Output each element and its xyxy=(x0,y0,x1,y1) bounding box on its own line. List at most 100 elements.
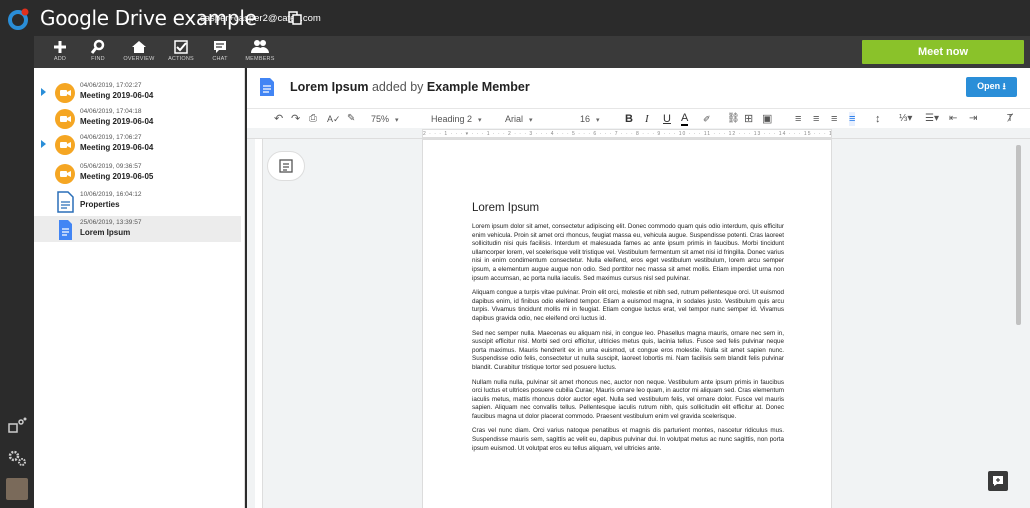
redo-icon[interactable]: ↷ xyxy=(291,112,300,126)
link-icon[interactable]: ⛓ xyxy=(727,112,740,126)
add-label: ADD xyxy=(53,56,67,62)
document-page[interactable]: Lorem Ipsum Lorem ipsum dolor sit amet, … xyxy=(422,139,832,508)
doc-name: Lorem Ipsum xyxy=(290,80,369,94)
bold-icon[interactable]: B xyxy=(625,112,633,126)
paint-format-icon[interactable]: ✎ xyxy=(347,112,355,126)
list-item[interactable]: 05/06/2019, 09:36:57 Meeting 2019-06-05 xyxy=(34,160,241,186)
increase-indent-icon[interactable]: ⇥ xyxy=(969,112,977,126)
google-doc-icon xyxy=(59,220,72,240)
bulleted-list-icon[interactable]: ☰▾ xyxy=(925,112,939,126)
align-right-icon[interactable]: ≡ xyxy=(831,112,837,126)
item-name: Meeting 2019-06-04 xyxy=(80,91,154,100)
item-name: Meeting 2019-06-04 xyxy=(80,143,154,152)
added-by-text: added by xyxy=(371,80,424,94)
align-justify-icon[interactable]: ≡ xyxy=(849,112,856,126)
find-label: FIND xyxy=(91,56,105,62)
item-date: 10/06/2019, 16:04:12 xyxy=(80,191,142,198)
meeting-icon xyxy=(55,83,75,103)
highlight-icon[interactable]: ✐ xyxy=(703,112,711,126)
app-logo-icon xyxy=(8,8,29,30)
doc-paragraph: Lorem ipsum dolor sit amet, consectetur … xyxy=(472,223,784,282)
copy-icon[interactable] xyxy=(288,11,302,25)
outline-icon xyxy=(279,159,293,173)
members-button[interactable]: MEMBERS xyxy=(240,38,280,68)
align-left-icon[interactable]: ≡ xyxy=(795,112,801,126)
list-item[interactable]: 25/06/2019, 13:39:57 Lorem Ipsum xyxy=(34,216,241,242)
chat-label: CHAT xyxy=(212,56,228,62)
font-size-select[interactable]: 16 xyxy=(580,112,600,126)
align-center-icon[interactable]: ≡ xyxy=(813,112,819,126)
vertical-ruler xyxy=(255,139,263,508)
font-select[interactable]: Arial xyxy=(505,112,559,126)
spellcheck-icon[interactable]: A✓ xyxy=(327,112,341,126)
item-date: 05/06/2019, 09:36:57 xyxy=(80,163,142,170)
doc-heading: Lorem Ipsum xyxy=(472,202,540,214)
horizontal-ruler: 2 · · · 1 · · · ▾ · · · 1 · · · 2 · · · … xyxy=(247,128,1030,139)
underline-icon[interactable]: U xyxy=(663,112,671,126)
docs-formatting-toolbar: ↶ ↷ ⎙ A✓ ✎ 75% Heading 2 Arial 16 B I U … xyxy=(247,108,1030,128)
home-icon xyxy=(132,41,146,53)
left-rail xyxy=(0,36,34,508)
expand-arrow-icon[interactable] xyxy=(41,140,46,148)
print-icon[interactable]: ⎙ xyxy=(309,112,317,126)
italic-icon[interactable]: I xyxy=(645,112,649,126)
doc-chat-button[interactable] xyxy=(988,471,1008,491)
zoom-select[interactable]: 75% xyxy=(371,112,399,126)
overview-button[interactable]: OVERVIEW xyxy=(119,38,159,68)
style-select[interactable]: Heading 2 xyxy=(431,112,482,126)
properties-file-icon xyxy=(57,191,74,213)
text-color-icon[interactable]: A xyxy=(681,112,689,126)
overview-label: OVERVIEW xyxy=(123,56,155,62)
chat-icon xyxy=(214,41,226,53)
document-canvas: Lorem Ipsum Lorem ipsum dolor sit amet, … xyxy=(247,139,1030,508)
image-icon[interactable]: ▣ xyxy=(762,112,772,126)
outline-button[interactable] xyxy=(267,151,305,181)
checklist-icon xyxy=(174,40,188,54)
scrollbar[interactable] xyxy=(1016,145,1021,325)
item-date: 04/06/2019, 17:02:27 xyxy=(80,82,142,89)
search-icon xyxy=(90,39,105,54)
meeting-icon xyxy=(55,109,75,129)
settings-icon[interactable] xyxy=(6,446,28,468)
meet-now-button[interactable]: Meet now xyxy=(862,40,1024,64)
item-date: 25/06/2019, 13:39:57 xyxy=(80,219,142,226)
document-title: Lorem Ipsum added by Example Member xyxy=(290,80,530,94)
item-name: Meeting 2019-06-05 xyxy=(80,172,154,181)
item-date: 04/06/2019, 17:04:18 xyxy=(80,108,142,115)
comment-icon[interactable]: ⊞ xyxy=(744,112,753,126)
add-button[interactable]: ADD xyxy=(40,38,80,68)
item-date: 04/06/2019, 17:06:27 xyxy=(80,134,142,141)
actions-button[interactable]: ACTIONS xyxy=(161,38,201,68)
item-name: Lorem Ipsum xyxy=(80,228,131,237)
document-panel: Lorem Ipsum added by Example Member Open… xyxy=(247,68,1030,508)
avatar[interactable] xyxy=(6,478,28,500)
expand-arrow-icon[interactable] xyxy=(41,88,46,96)
list-item[interactable]: 04/06/2019, 17:04:18 Meeting 2019-06-04 xyxy=(34,105,241,131)
clear-formatting-icon[interactable]: Ⱦ xyxy=(1007,112,1013,126)
title-bar: Google Drive example casper+casper2@cafe… xyxy=(0,0,1030,36)
item-name: Properties xyxy=(80,200,120,209)
doc-paragraph: Sed nec semper nulla. Maecenas eu aliqua… xyxy=(472,329,784,371)
undo-icon[interactable]: ↶ xyxy=(274,112,283,126)
document-header: Lorem Ipsum added by Example Member Open… xyxy=(247,68,1030,106)
add-comment-icon xyxy=(993,476,1003,486)
meeting-icon xyxy=(55,164,75,184)
list-item[interactable]: 04/06/2019, 17:02:27 Meeting 2019-06-04 xyxy=(34,79,241,105)
google-doc-icon xyxy=(260,78,274,96)
doc-author: Example Member xyxy=(426,80,530,94)
chat-button[interactable]: CHAT xyxy=(200,38,240,68)
ruler-scale: 2 · · · 1 · · · ▾ · · · 1 · · · 2 · · · … xyxy=(422,129,832,138)
share-icon[interactable] xyxy=(6,414,28,436)
line-spacing-icon[interactable]: ↕ xyxy=(875,112,881,126)
user-email: casper+casper2@cafex.com xyxy=(200,13,321,24)
item-name: Meeting 2019-06-04 xyxy=(80,117,154,126)
open-button[interactable]: Open ⭳ xyxy=(966,77,1017,97)
numbered-list-icon[interactable]: ⅓▾ xyxy=(899,112,912,126)
meeting-icon xyxy=(55,135,75,155)
members-label: MEMBERS xyxy=(245,56,275,62)
doc-paragraph: Nullam nulla nulla, pulvinar sit amet rh… xyxy=(472,378,784,420)
list-item[interactable]: 10/06/2019, 16:04:12 Properties xyxy=(34,188,241,214)
list-item[interactable]: 04/06/2019, 17:06:27 Meeting 2019-06-04 xyxy=(34,131,241,157)
decrease-indent-icon[interactable]: ⇤ xyxy=(949,112,957,126)
find-button[interactable]: FIND xyxy=(78,38,118,68)
